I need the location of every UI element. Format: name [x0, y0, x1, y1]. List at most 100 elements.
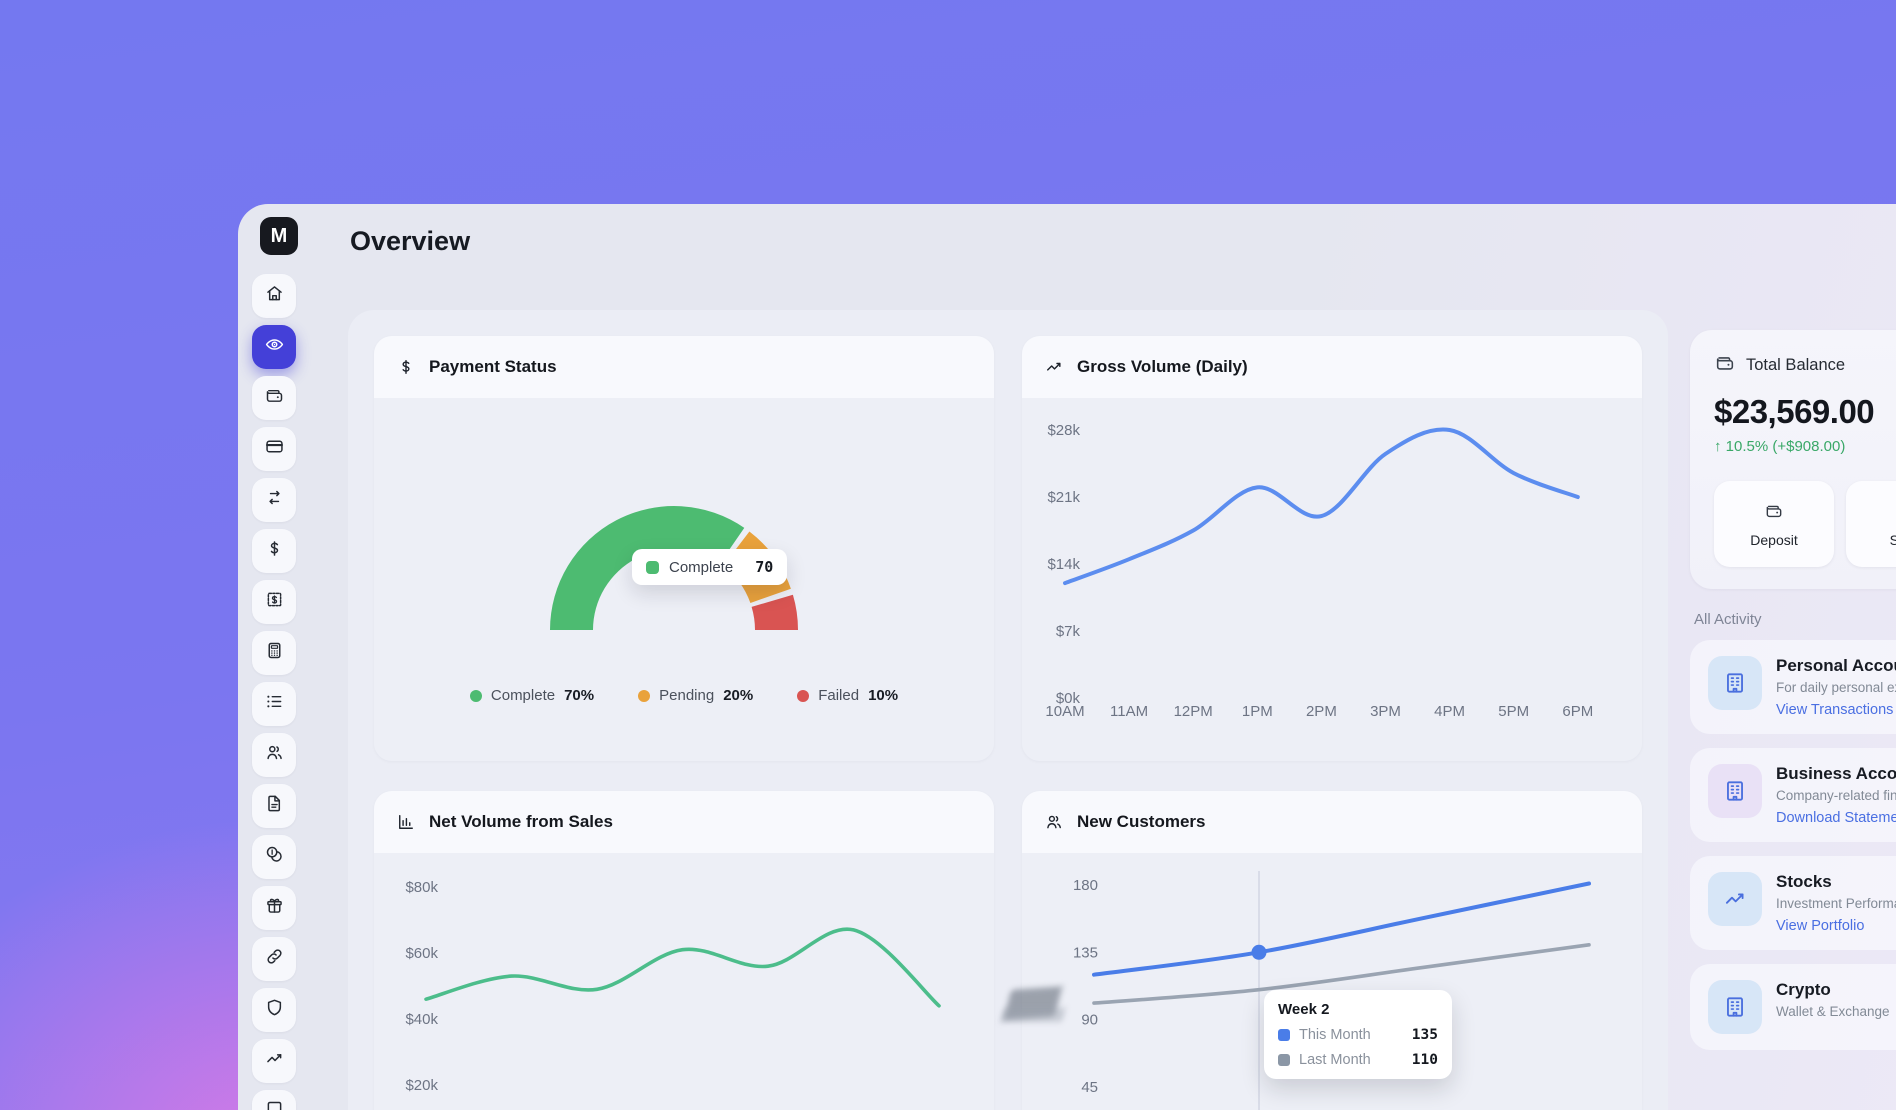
sidebar-item-security[interactable] — [252, 988, 296, 1032]
legend-value: 70% — [564, 687, 594, 704]
trend-up-icon — [1044, 357, 1064, 377]
activity-item-personal-account[interactable]: Personal Account For daily personal expe… — [1690, 640, 1896, 734]
app-window: M Overview Payment Status Complete 70 — [238, 204, 1896, 1110]
activity-subtitle: Investment Performance — [1776, 896, 1896, 911]
legend-label: Complete — [491, 687, 555, 704]
sidebar-item-overview[interactable] — [252, 325, 296, 369]
deposit-button[interactable]: Deposit — [1714, 481, 1834, 567]
balance-change: ↑ 10.5% (+$908.00) — [1714, 438, 1896, 455]
activity-subtitle: For daily personal expenses — [1776, 680, 1896, 695]
tooltip-title: Week 2 — [1278, 1001, 1438, 1018]
activity-title: Crypto — [1776, 980, 1890, 1000]
receipt-icon — [264, 589, 285, 615]
gauge-chart — [374, 398, 994, 698]
activity-subtitle: Company-related finances — [1776, 788, 1896, 803]
tooltip-label: Complete — [669, 559, 733, 576]
svg-text:3PM: 3PM — [1370, 703, 1401, 720]
new-customers-chart: 1801359045 Week 2 This Month 135 Last Mo… — [1022, 853, 1642, 1110]
file-icon — [264, 793, 285, 819]
svg-text:45: 45 — [1081, 1079, 1098, 1096]
svg-text:4PM: 4PM — [1434, 703, 1465, 720]
sidebar-item-integrations[interactable] — [252, 937, 296, 981]
card-gross-volume: Gross Volume (Daily) $28k$21k$14k$7k$0k1… — [1022, 336, 1642, 761]
svg-text:135: 135 — [1073, 944, 1098, 961]
coins-icon — [264, 844, 285, 870]
shield-icon — [264, 997, 285, 1023]
device-icon — [264, 1099, 285, 1110]
eye-icon — [264, 334, 285, 360]
total-balance-label: Total Balance — [1746, 356, 1845, 375]
home-icon — [264, 283, 285, 309]
tooltip-label: This Month — [1299, 1027, 1371, 1043]
sidebar-item-devices[interactable] — [252, 1090, 296, 1110]
wallet-icon — [1714, 352, 1736, 379]
tooltip-row-this-month: This Month 135 — [1278, 1027, 1438, 1043]
svg-text:10AM: 10AM — [1045, 703, 1084, 720]
svg-text:$60k: $60k — [405, 945, 438, 962]
send-button[interactable]: Send — [1846, 481, 1896, 567]
bar-chart-icon — [396, 812, 416, 832]
app-logo[interactable]: M — [260, 217, 298, 255]
view-transactions-link[interactable]: View Transactions — [1776, 702, 1896, 718]
dollar-icon — [396, 357, 416, 377]
tooltip-value: 135 — [1412, 1027, 1438, 1043]
card-new-customers: New Customers 1801359045 Week 2 This Mon… — [1022, 791, 1642, 1110]
svg-text:6PM: 6PM — [1562, 703, 1593, 720]
legend-dot — [797, 690, 809, 702]
building-icon — [1708, 656, 1762, 710]
tooltip-swatch — [1278, 1029, 1290, 1041]
sidebar-item-analytics[interactable] — [252, 1039, 296, 1083]
legend-label: Pending — [659, 687, 714, 704]
activity-item-business-account[interactable]: Business Account Company-related finance… — [1690, 748, 1896, 842]
send-label: Send — [1890, 532, 1896, 548]
users-icon — [1044, 812, 1064, 832]
svg-text:12PM: 12PM — [1174, 703, 1213, 720]
activity-title: Personal Account — [1776, 656, 1896, 676]
legend-label: Failed — [818, 687, 859, 704]
sidebar-item-transactions[interactable] — [252, 682, 296, 726]
card-title: Gross Volume (Daily) — [1077, 357, 1248, 377]
sidebar-item-cards[interactable] — [252, 427, 296, 471]
sidebar-item-accounting[interactable] — [252, 631, 296, 675]
card-title: New Customers — [1077, 812, 1205, 832]
gauge-legend: Complete 70% Pending 20% Failed 10% — [374, 687, 994, 704]
all-activity-heading: All Activity — [1694, 611, 1896, 628]
card-payment-status-header: Payment Status — [374, 336, 994, 398]
tooltip-value: 110 — [1412, 1052, 1438, 1068]
sidebar-item-home[interactable] — [252, 274, 296, 318]
users-icon — [264, 742, 285, 768]
svg-text:$20k: $20k — [405, 1077, 438, 1094]
sidebar-item-transfers[interactable] — [252, 478, 296, 522]
gift-icon — [264, 895, 285, 921]
trend-up-icon — [1708, 872, 1762, 926]
legend-dot — [470, 690, 482, 702]
svg-text:$21k: $21k — [1047, 489, 1080, 506]
page-title: Overview — [350, 226, 470, 257]
link-icon — [264, 946, 285, 972]
transfer-icon — [264, 487, 285, 513]
activity-item-stocks[interactable]: Stocks Investment Performance View Portf… — [1690, 856, 1896, 950]
sidebar-item-balances[interactable] — [252, 835, 296, 879]
card-title: Net Volume from Sales — [429, 812, 613, 832]
sidebar-item-payments[interactable] — [252, 529, 296, 573]
sidebar-item-documents[interactable] — [252, 784, 296, 828]
net-volume-chart: $80k$60k$40k$20k — [374, 853, 994, 1110]
sidebar-item-customers[interactable] — [252, 733, 296, 777]
legend-item-failed: Failed 10% — [797, 687, 898, 704]
svg-text:11AM: 11AM — [1110, 703, 1148, 720]
sidebar-item-wallet[interactable] — [252, 376, 296, 420]
payment-status-chart: Complete 70 Complete 70% Pending 20% — [374, 398, 994, 761]
calculator-icon — [264, 640, 285, 666]
card-gross-volume-header: Gross Volume (Daily) — [1022, 336, 1642, 398]
download-statement-link[interactable]: Download Statement — [1776, 810, 1896, 826]
card-new-customers-header: New Customers — [1022, 791, 1642, 853]
card-payment-status: Payment Status Complete 70 Complete 70% — [374, 336, 994, 761]
sidebar-item-rewards[interactable] — [252, 886, 296, 930]
view-portfolio-link[interactable]: View Portfolio — [1776, 918, 1896, 934]
card-net-volume: Net Volume from Sales $80k$60k$40k$20k — [374, 791, 994, 1110]
sidebar-item-invoices[interactable] — [252, 580, 296, 624]
activity-item-crypto[interactable]: Crypto Wallet & Exchange — [1690, 964, 1896, 1050]
gauge-tooltip: Complete 70 — [632, 549, 787, 585]
line-chart: $80k$60k$40k$20k — [374, 853, 994, 1110]
dashboard-panel: Payment Status Complete 70 Complete 70% — [348, 310, 1668, 1110]
